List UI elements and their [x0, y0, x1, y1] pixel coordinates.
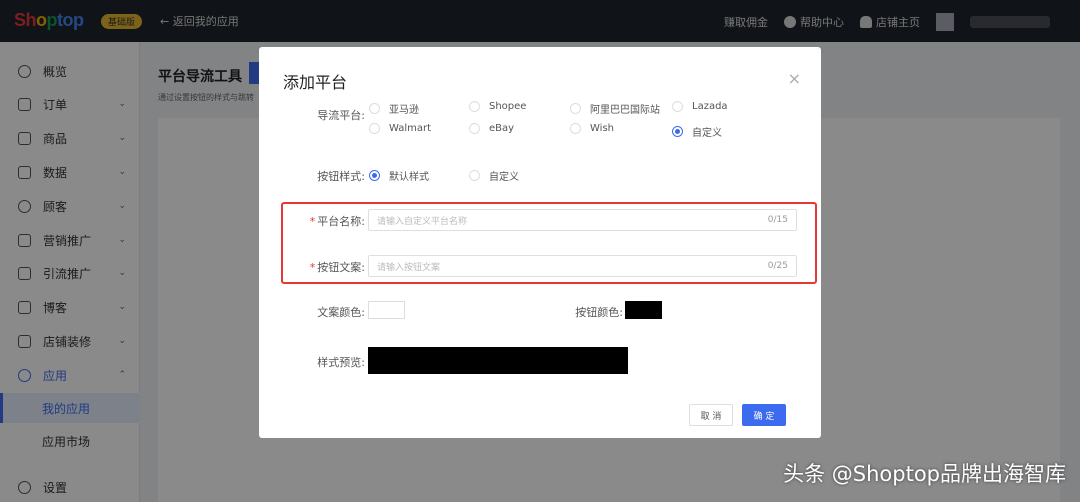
button-color-label: 按钮颜色:: [575, 306, 623, 319]
radio-label: Walmart: [389, 123, 432, 134]
button-color-swatch[interactable]: [625, 301, 662, 319]
radio-wish[interactable]: Wish: [570, 123, 614, 134]
radio-label: 亚马逊: [389, 105, 419, 116]
radio-label: 自定义: [489, 172, 519, 183]
radio-label: Lazada: [692, 101, 728, 112]
text-color-label: 文案颜色:: [317, 306, 365, 319]
char-count: 0/25: [767, 261, 788, 271]
radio-lazada[interactable]: Lazada: [672, 101, 728, 112]
name-label: * 平台名称:: [309, 215, 365, 228]
preview-label: 样式预览:: [317, 356, 365, 369]
radio-custom-style[interactable]: 自定义: [469, 168, 519, 183]
dialog-title: 添加平台: [283, 73, 348, 92]
add-platform-dialog: 添加平台 × 导流平台: 亚马逊 Shopee 阿里巴巴国际站 Lazada W…: [259, 47, 821, 438]
watermark: 头条 @Shoptop品牌出海智库: [783, 462, 1066, 486]
platform-name-input[interactable]: 请输入自定义平台名称 0/15: [368, 209, 797, 231]
radio-label: 阿里巴巴国际站: [590, 105, 660, 116]
placeholder: 请输入按钮文案: [377, 262, 441, 273]
radio-default-style[interactable]: 默认样式: [369, 168, 429, 183]
radio-label: 自定义: [692, 128, 722, 139]
close-icon[interactable]: ×: [788, 69, 801, 88]
radio-label: 默认样式: [389, 172, 429, 183]
radio-label: eBay: [489, 123, 515, 134]
text-color-swatch[interactable]: [368, 301, 405, 319]
radio-alibaba[interactable]: 阿里巴巴国际站: [570, 101, 660, 116]
placeholder: 请输入自定义平台名称: [377, 216, 468, 227]
radio-walmart[interactable]: Walmart: [369, 123, 431, 134]
char-count: 0/15: [767, 215, 788, 225]
radio-ebay[interactable]: eBay: [469, 123, 514, 134]
text-label: * 按钮文案:: [309, 261, 365, 274]
platform-label: 导流平台:: [317, 109, 365, 122]
style-preview: [368, 347, 628, 374]
confirm-button[interactable]: 确 定: [742, 404, 786, 426]
button-text-input[interactable]: 请输入按钮文案 0/25: [368, 255, 797, 277]
radio-label: Wish: [590, 123, 614, 134]
cancel-button[interactable]: 取 消: [689, 404, 733, 426]
radio-shopee[interactable]: Shopee: [469, 101, 526, 112]
style-label: 按钮样式:: [317, 170, 365, 183]
radio-custom-platform[interactable]: 自定义: [672, 124, 722, 139]
radio-label: Shopee: [489, 101, 527, 112]
radio-amazon[interactable]: 亚马逊: [369, 101, 419, 116]
